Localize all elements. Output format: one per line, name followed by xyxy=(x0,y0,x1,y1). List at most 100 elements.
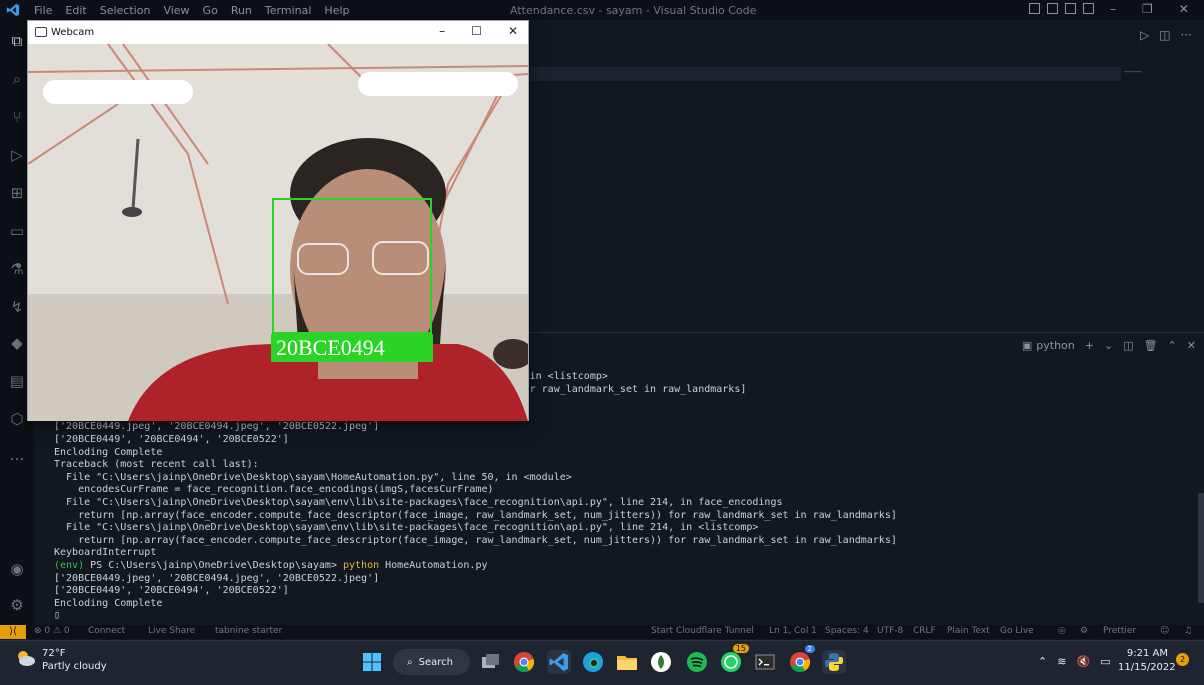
tabnine-item[interactable]: tabnine starter xyxy=(215,626,282,636)
menu-file[interactable]: File xyxy=(34,4,52,17)
go-live-item[interactable]: Go Live xyxy=(1000,626,1034,636)
cursor-position[interactable]: Ln 1, Col 1 xyxy=(769,626,817,636)
manage-gear-icon[interactable]: ⚙ xyxy=(8,596,26,614)
bell-icon[interactable]: ♫ xyxy=(1184,626,1192,636)
close-panel-icon[interactable]: ✕ xyxy=(1187,339,1196,352)
split-editor-icon[interactable]: ◫ xyxy=(1159,28,1170,42)
vscode-taskbar-icon[interactable] xyxy=(547,650,571,674)
menu-terminal[interactable]: Terminal xyxy=(265,4,312,17)
docker-icon[interactable]: ◆ xyxy=(8,334,26,352)
terminal-line: ['20BCE0449', '20BCE0494', '20BCE0522'] xyxy=(54,433,289,445)
minimize-icon[interactable]: – xyxy=(1110,2,1116,16)
more-actions-icon[interactable]: ··· xyxy=(1181,28,1192,42)
chrome-profile-button[interactable]: 2 xyxy=(788,645,815,674)
clock[interactable]: 9:21 AM 11/15/2022 xyxy=(1118,647,1176,675)
menu-edit[interactable]: Edit xyxy=(65,4,86,17)
testing-icon[interactable]: ⚗ xyxy=(8,260,26,278)
more-icon[interactable]: … xyxy=(8,446,26,464)
whatsapp-button[interactable]: 15 xyxy=(719,644,749,674)
toggle-secondary-sidebar-icon[interactable] xyxy=(1065,3,1076,14)
weather-temperature: 72°F xyxy=(42,648,66,659)
clock-time: 9:21 AM xyxy=(1126,648,1168,659)
clock-date: 11/15/2022 xyxy=(1118,662,1176,673)
webcam-window[interactable]: Webcam – ☐ ✕ 20BCE0494 xyxy=(27,20,529,421)
extensions-icon[interactable]: ⊞ xyxy=(8,184,26,202)
weather-widget[interactable]: 72°F Partly cloudy xyxy=(14,647,107,673)
chevron-up-icon[interactable]: ⌃ xyxy=(1038,655,1047,668)
webcam-title-bar[interactable]: Webcam – ☐ ✕ xyxy=(28,21,528,44)
notification-badge[interactable]: 2 xyxy=(1176,653,1189,666)
python-app-icon[interactable] xyxy=(822,650,846,674)
face-identity-label: 20BCE0494 xyxy=(271,334,433,362)
desktop-screen: File Edit Selection View Go Run Terminal… xyxy=(0,0,1204,685)
edge-icon[interactable] xyxy=(581,650,605,674)
package-icon[interactable]: ⬡ xyxy=(8,410,26,428)
live-share-icon[interactable]: ↯ xyxy=(8,298,26,316)
customize-layout-icon[interactable] xyxy=(1083,3,1094,14)
terminal-prompt-arg: HomeAutomation.py xyxy=(379,559,488,571)
source-control-icon[interactable]: ⑂ xyxy=(8,108,26,126)
prettier-item[interactable]: Prettier xyxy=(1103,626,1136,636)
webcam-minimize-icon[interactable]: – xyxy=(439,24,445,38)
remote-indicator[interactable]: ⟩⟨ xyxy=(0,625,26,639)
chrome-icon[interactable] xyxy=(512,650,536,674)
menu-view[interactable]: View xyxy=(163,4,189,17)
toggle-sidebar-icon[interactable] xyxy=(1029,3,1040,14)
split-terminal-icon[interactable]: ◫ xyxy=(1123,339,1133,352)
task-view-icon[interactable] xyxy=(478,650,502,674)
terminal-shell-label: python xyxy=(1036,339,1075,352)
taskbar-search[interactable]: ⌕ Search xyxy=(393,649,470,675)
restore-icon[interactable]: ❐ xyxy=(1142,2,1153,16)
trash-icon[interactable]: 🗑 xyxy=(1144,339,1158,352)
notebook-icon[interactable]: ▤ xyxy=(8,372,26,390)
maximize-panel-icon[interactable]: ⌃ xyxy=(1168,339,1177,352)
remote-sync-icon[interactable]: ⚙ xyxy=(1080,626,1088,636)
spotify-icon[interactable] xyxy=(685,650,709,674)
window-controls: – ❐ ✕ xyxy=(1110,2,1189,16)
copilot-icon[interactable]: ◎ xyxy=(1058,626,1066,636)
whatsapp-icon xyxy=(721,652,741,672)
battery-icon[interactable]: ▭ xyxy=(1100,655,1110,668)
problems-count[interactable]: ⊗ 0 ⚠ 0 xyxy=(34,626,70,636)
webcam-maximize-icon[interactable]: ☐ xyxy=(471,24,482,38)
chevron-down-icon[interactable]: ⌄ xyxy=(1104,339,1113,352)
terminal-shell-selector[interactable]: ▣ python xyxy=(1022,339,1075,352)
explorer-icon[interactable]: ⧉ xyxy=(8,32,26,50)
feedback-icon[interactable]: ☺ xyxy=(1160,626,1169,636)
search-icon[interactable]: ⌕ xyxy=(8,70,26,88)
wifi-icon[interactable]: ≋ xyxy=(1057,655,1066,668)
terminal-scrollbar[interactable] xyxy=(1198,493,1204,603)
vscode-logo-icon xyxy=(6,3,20,17)
indentation[interactable]: Spaces: 4 xyxy=(825,626,869,636)
close-icon[interactable]: ✕ xyxy=(1179,2,1189,16)
live-share-item[interactable]: Live Share xyxy=(148,626,195,636)
end-of-line[interactable]: CRLF xyxy=(913,626,936,636)
connect-item[interactable]: Connect xyxy=(88,626,125,636)
menu-help[interactable]: Help xyxy=(324,4,349,17)
run-file-icon[interactable]: ▷ xyxy=(1140,28,1149,42)
menu-run[interactable]: Run xyxy=(231,4,252,17)
file-explorer-icon[interactable] xyxy=(615,650,639,674)
status-bar: ⟩⟨ ⊗ 0 ⚠ 0 Connect Live Share tabnine st… xyxy=(0,625,1204,639)
toggle-panel-icon[interactable] xyxy=(1047,3,1058,14)
accounts-icon[interactable]: ◉ xyxy=(8,560,26,578)
new-terminal-icon[interactable]: + xyxy=(1085,339,1094,352)
volume-muted-icon[interactable]: 🔇 xyxy=(1076,655,1090,668)
menu-go[interactable]: Go xyxy=(203,4,218,17)
encoding[interactable]: UTF-8 xyxy=(877,626,903,636)
search-label: Search xyxy=(418,656,453,668)
terminal-app-icon[interactable] xyxy=(753,650,777,674)
terminal-line: ['20BCE0449.jpeg', '20BCE0494.jpeg', '20… xyxy=(54,572,380,584)
remote-explorer-icon[interactable]: ▭ xyxy=(8,222,26,240)
run-debug-icon[interactable]: ▷ xyxy=(8,146,26,164)
language-mode[interactable]: Plain Text xyxy=(947,626,990,636)
start-windows-icon[interactable] xyxy=(360,650,384,674)
webcam-close-icon[interactable]: ✕ xyxy=(508,24,518,38)
app-leaf-icon[interactable] xyxy=(649,650,673,674)
cloudflare-item[interactable]: Start Cloudflare Tunnel xyxy=(651,626,754,636)
terminal-line: Encloding Complete xyxy=(54,446,163,458)
title-bar: File Edit Selection View Go Run Terminal… xyxy=(0,0,1204,20)
webcam-window-controls: – ☐ ✕ xyxy=(439,24,518,38)
menu-selection[interactable]: Selection xyxy=(100,4,151,17)
terminal-line: return [np.array(face_encoder.compute_fa… xyxy=(54,534,897,546)
